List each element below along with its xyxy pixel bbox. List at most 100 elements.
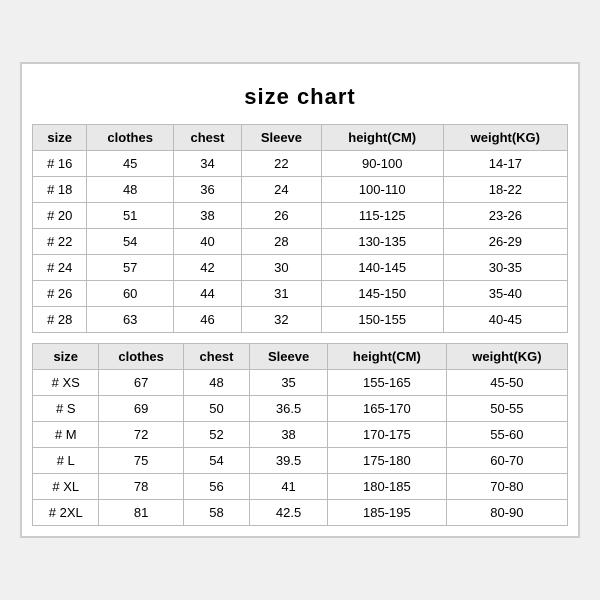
table-cell: # 26 [33, 281, 87, 307]
table-row: # 22544028130-13526-29 [33, 229, 568, 255]
table-cell: 40 [173, 229, 241, 255]
table-cell: # 2XL [33, 500, 99, 526]
table-cell: 35-40 [443, 281, 567, 307]
table-cell: # 16 [33, 151, 87, 177]
column-header: height(CM) [321, 125, 443, 151]
table-cell: 50 [183, 396, 249, 422]
table-cell: 14-17 [443, 151, 567, 177]
table-cell: 44 [173, 281, 241, 307]
table-cell: 32 [242, 307, 322, 333]
table-cell: 60-70 [446, 448, 567, 474]
table-cell: 35 [250, 370, 328, 396]
table-cell: # 28 [33, 307, 87, 333]
table-cell: # XS [33, 370, 99, 396]
table-cell: 78 [99, 474, 183, 500]
size-table-0: sizeclotheschestSleeveheight(CM)weight(K… [32, 124, 568, 333]
table-cell: 54 [87, 229, 173, 255]
table-cell: 41 [250, 474, 328, 500]
table-row: # S695036.5165-17050-55 [33, 396, 568, 422]
table-row: # 18483624100-11018-22 [33, 177, 568, 203]
table-cell: 45 [87, 151, 173, 177]
table-row: # L755439.5175-18060-70 [33, 448, 568, 474]
table-cell: 26-29 [443, 229, 567, 255]
table-cell: # 22 [33, 229, 87, 255]
table-cell: 36 [173, 177, 241, 203]
table-cell: 30-35 [443, 255, 567, 281]
column-header: size [33, 125, 87, 151]
table-cell: 45-50 [446, 370, 567, 396]
table-cell: 155-165 [327, 370, 446, 396]
table-cell: 38 [250, 422, 328, 448]
table-cell: # 18 [33, 177, 87, 203]
table-row: # XS674835155-16545-50 [33, 370, 568, 396]
table-row: # 28634632150-15540-45 [33, 307, 568, 333]
column-header: Sleeve [250, 344, 328, 370]
table-row: # 24574230140-14530-35 [33, 255, 568, 281]
table-cell: 58 [183, 500, 249, 526]
table-cell: 57 [87, 255, 173, 281]
size-table-1: sizeclotheschestSleeveheight(CM)weight(K… [32, 343, 568, 526]
table-cell: 34 [173, 151, 241, 177]
table-cell: # 20 [33, 203, 87, 229]
chart-title: size chart [32, 74, 568, 124]
table-cell: 140-145 [321, 255, 443, 281]
table-cell: 55-60 [446, 422, 567, 448]
table-cell: 52 [183, 422, 249, 448]
table-cell: 63 [87, 307, 173, 333]
column-header: weight(KG) [446, 344, 567, 370]
table-cell: 170-175 [327, 422, 446, 448]
table-cell: 28 [242, 229, 322, 255]
table-cell: 67 [99, 370, 183, 396]
table-cell: 100-110 [321, 177, 443, 203]
table-cell: 80-90 [446, 500, 567, 526]
table-cell: 42 [173, 255, 241, 281]
table-row: # 26604431145-15035-40 [33, 281, 568, 307]
table-cell: 60 [87, 281, 173, 307]
table-cell: 115-125 [321, 203, 443, 229]
table-cell: 22 [242, 151, 322, 177]
table-cell: 23-26 [443, 203, 567, 229]
table-row: # 2XL815842.5185-19580-90 [33, 500, 568, 526]
table-cell: 56 [183, 474, 249, 500]
table-row: # XL785641180-18570-80 [33, 474, 568, 500]
column-header: size [33, 344, 99, 370]
table-cell: # XL [33, 474, 99, 500]
table-row: # M725238170-17555-60 [33, 422, 568, 448]
table-cell: 180-185 [327, 474, 446, 500]
table-cell: 51 [87, 203, 173, 229]
table-cell: 70-80 [446, 474, 567, 500]
table-cell: 90-100 [321, 151, 443, 177]
column-header: weight(KG) [443, 125, 567, 151]
table-row: # 20513826115-12523-26 [33, 203, 568, 229]
table-cell: # 24 [33, 255, 87, 281]
table-cell: 69 [99, 396, 183, 422]
table-cell: # L [33, 448, 99, 474]
table-cell: 54 [183, 448, 249, 474]
table-cell: 175-180 [327, 448, 446, 474]
table-cell: 72 [99, 422, 183, 448]
table-row: # 1645342290-10014-17 [33, 151, 568, 177]
table-cell: 48 [87, 177, 173, 203]
table-cell: 165-170 [327, 396, 446, 422]
column-header: chest [183, 344, 249, 370]
table-cell: 75 [99, 448, 183, 474]
table-cell: # S [33, 396, 99, 422]
table-cell: 81 [99, 500, 183, 526]
column-header: Sleeve [242, 125, 322, 151]
size-chart-container: size chart sizeclotheschestSleeveheight(… [20, 62, 580, 538]
table-cell: 145-150 [321, 281, 443, 307]
table-cell: 39.5 [250, 448, 328, 474]
table-cell: 30 [242, 255, 322, 281]
table-cell: 42.5 [250, 500, 328, 526]
table-cell: 185-195 [327, 500, 446, 526]
column-header: clothes [99, 344, 183, 370]
column-header: height(CM) [327, 344, 446, 370]
table-cell: 26 [242, 203, 322, 229]
table-cell: 36.5 [250, 396, 328, 422]
table-cell: 46 [173, 307, 241, 333]
table-cell: 31 [242, 281, 322, 307]
table-cell: 50-55 [446, 396, 567, 422]
table-cell: 38 [173, 203, 241, 229]
table-cell: 40-45 [443, 307, 567, 333]
column-header: chest [173, 125, 241, 151]
